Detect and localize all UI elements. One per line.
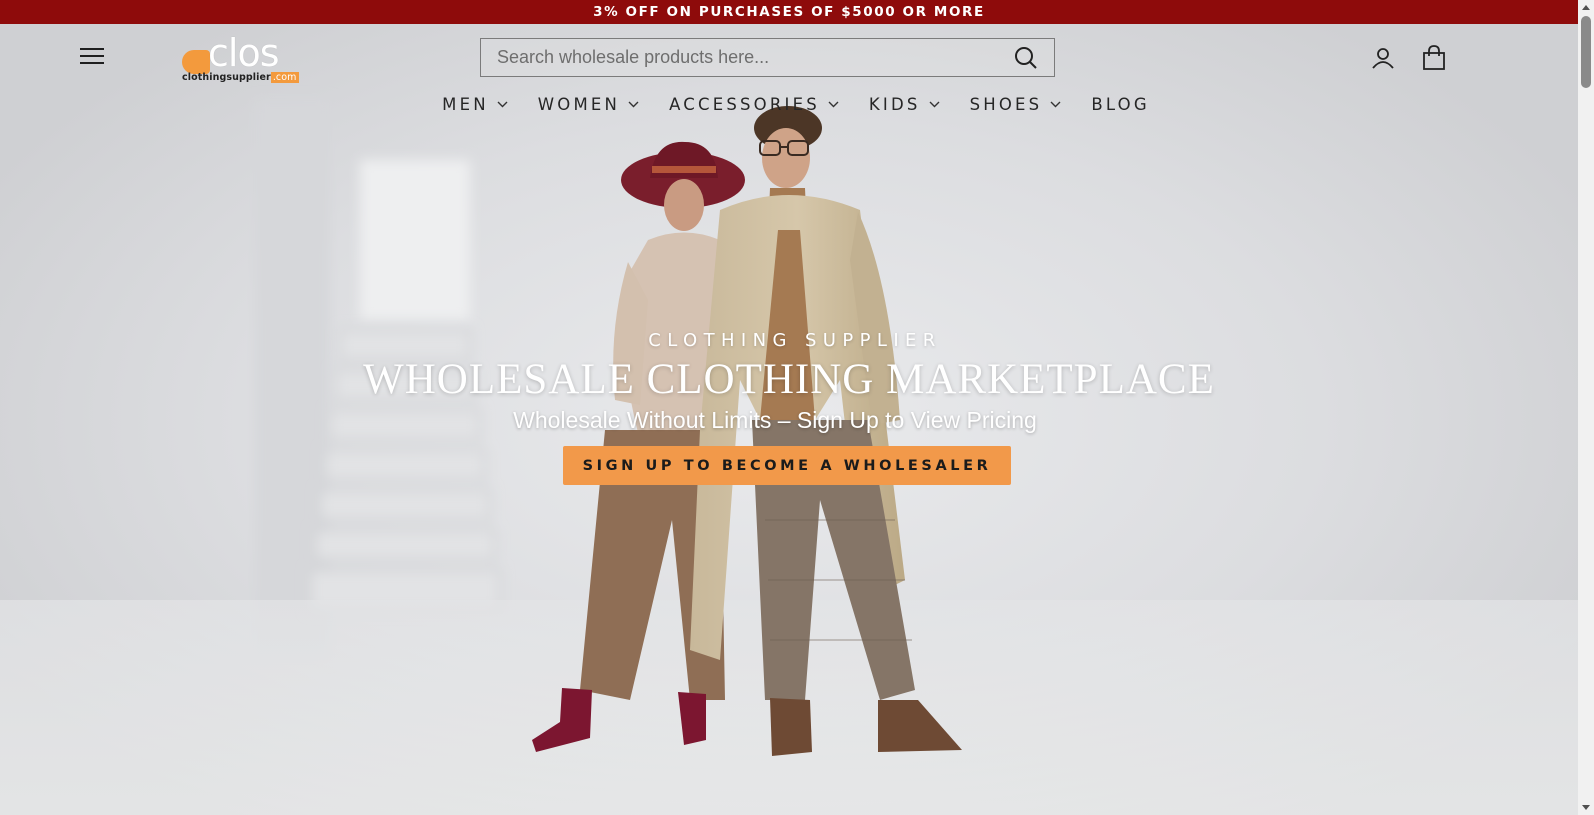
hero-title: WHOLESALE CLOTHING MARKETPLACE (363, 356, 1215, 403)
chevron-down-icon (828, 101, 839, 107)
nav-item-blog[interactable]: BLOG (1091, 95, 1150, 114)
hero-content: CLOTHING SUPPLIER WHOLESALE CLOTHING MAR… (0, 330, 1578, 485)
logo-wordmark: clos (208, 31, 279, 75)
nav-item-kids[interactable]: KIDS (869, 95, 940, 114)
user-icon[interactable] (1369, 44, 1397, 72)
hero-subtitle: Wholesale Without Limits – Sign Up to Vi… (513, 407, 1037, 433)
logo-mark (182, 50, 210, 74)
chevron-down-icon (1050, 101, 1061, 107)
site-header: clos clothingsupplier.com MEN WOMEN ACCE (0, 24, 1578, 128)
scrollbar-thumb[interactable] (1581, 16, 1591, 88)
scroll-up-icon[interactable] (1582, 5, 1590, 10)
search-icon[interactable] (998, 39, 1054, 76)
chevron-down-icon (628, 101, 639, 107)
nav-item-shoes[interactable]: SHOES (970, 95, 1062, 114)
signup-wholesaler-button[interactable]: SIGN UP TO BECOME A WHOLESALER (562, 446, 1012, 485)
page-scrollbar[interactable] (1578, 0, 1594, 815)
announcement-text: 3% OFF ON PURCHASES OF $5000 OR MORE (593, 4, 985, 20)
chevron-down-icon (497, 101, 508, 107)
search-bar (480, 38, 1055, 77)
main-nav: MEN WOMEN ACCESSORIES KIDS SHOES BLOG (0, 90, 1578, 118)
logo-subtext: clothingsupplier .com (182, 72, 299, 83)
nav-item-accessories[interactable]: ACCESSORIES (669, 95, 839, 114)
shopping-bag-icon[interactable] (1420, 44, 1448, 72)
nav-item-men[interactable]: MEN (442, 95, 508, 114)
nav-item-women[interactable]: WOMEN (538, 95, 639, 114)
site-logo[interactable]: clos clothingsupplier .com (182, 34, 306, 88)
search-input[interactable] (481, 39, 998, 76)
scroll-down-icon[interactable] (1582, 805, 1590, 810)
hamburger-menu-icon[interactable] (80, 46, 106, 66)
announcement-bar: 3% OFF ON PURCHASES OF $5000 OR MORE (0, 0, 1578, 24)
chevron-down-icon (929, 101, 940, 107)
hero-kicker: CLOTHING SUPPLIER (648, 330, 942, 351)
